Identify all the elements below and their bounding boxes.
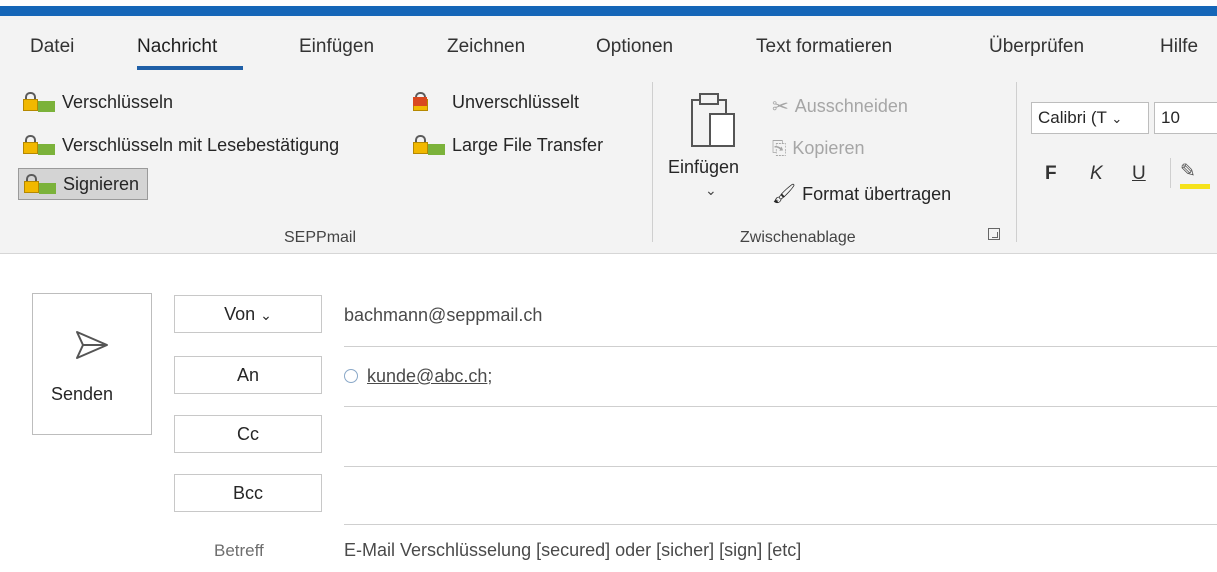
cut-label: Ausschneiden <box>794 96 908 116</box>
paste-icon[interactable] <box>688 90 738 150</box>
encrypt-receipt-button[interactable]: Verschlüsseln mit Lesebestätigung <box>22 134 339 156</box>
paintbrush-icon: 🖌 <box>772 184 797 205</box>
chevron-down-icon: ⌄ <box>260 307 272 323</box>
send-icon <box>76 331 108 359</box>
underline-button[interactable]: U <box>1132 163 1146 185</box>
from-divider <box>344 346 1217 347</box>
send-label: Senden <box>51 384 114 404</box>
chevron-down-icon[interactable]: ⌄ <box>705 182 717 199</box>
copy-button[interactable]: ⎘ Kopieren <box>772 138 864 159</box>
to-button[interactable]: An <box>174 356 322 394</box>
highlighter-icon[interactable]: ✎ <box>1180 160 1196 183</box>
font-family-value: Calibri (T <box>1038 108 1107 127</box>
encrypt-label: Verschlüsseln <box>62 91 174 112</box>
italic-button[interactable]: K <box>1090 163 1103 185</box>
from-button[interactable]: Von ⌄ <box>174 295 322 333</box>
tab-nachricht[interactable]: Nachricht <box>137 36 217 58</box>
format-painter-label: Format übertragen <box>802 183 952 204</box>
subject-input[interactable]: E-Mail Verschlüsselung [secured] oder [s… <box>344 540 801 561</box>
tab-einfuegen[interactable]: Einfügen <box>299 36 374 58</box>
lock-receipt-icon <box>22 134 56 156</box>
active-tab-indicator <box>137 66 243 70</box>
tab-datei[interactable]: Datei <box>30 36 74 58</box>
seppmail-group-label: SEPPmail <box>284 229 357 246</box>
chevron-down-icon: ⌄ <box>1111 111 1123 126</box>
tab-ueberpruefen[interactable]: Überprüfen <box>989 36 1084 58</box>
copy-label: Kopieren <box>792 138 865 158</box>
scissors-icon: ✂ <box>772 96 789 118</box>
cc-button[interactable]: Cc <box>174 415 322 453</box>
dialog-launcher-icon[interactable] <box>988 228 1000 240</box>
font-size-input[interactable]: 10 <box>1154 102 1217 134</box>
copy-icon: ⎘ <box>772 138 787 158</box>
unencrypted-button[interactable]: Unverschlüsselt <box>412 91 579 113</box>
cut-button[interactable]: ✂ Ausschneiden <box>772 94 908 119</box>
unlock-icon <box>412 91 446 113</box>
recipient-chip[interactable]: kunde@abc.ch <box>367 366 487 386</box>
title-bar-accent <box>0 6 1217 16</box>
format-painter-button[interactable]: 🖌 Format übertragen <box>772 182 951 206</box>
encrypt-receipt-label: Verschlüsseln mit Lesebestätigung <box>62 134 340 155</box>
from-value: bachmann@seppmail.ch <box>344 305 543 325</box>
paste-button[interactable]: Einfügen <box>668 157 739 178</box>
sign-label: Signieren <box>63 173 140 194</box>
clipboard-group-label: Zwischenablage <box>740 229 856 246</box>
from-button-label: Von <box>224 304 256 324</box>
ribbon-separator <box>652 82 653 242</box>
to-divider <box>344 406 1217 407</box>
large-file-transfer-button[interactable]: Large File Transfer <box>412 134 603 156</box>
highlight-color-swatch <box>1180 184 1210 189</box>
unencrypted-label: Unverschlüsselt <box>452 91 580 112</box>
cc-divider <box>344 466 1217 467</box>
ribbon-separator-2 <box>1016 82 1017 242</box>
bcc-button[interactable]: Bcc <box>174 474 322 512</box>
lock-sign-icon <box>23 173 57 195</box>
bcc-divider <box>344 524 1217 525</box>
recipient-separator: ; <box>487 366 493 386</box>
lock-icon <box>22 91 56 113</box>
subject-label: Betreff <box>214 541 264 560</box>
bold-button[interactable]: F <box>1045 163 1057 185</box>
tab-hilfe[interactable]: Hilfe <box>1160 36 1198 58</box>
title-bar <box>0 0 1217 16</box>
tab-zeichnen[interactable]: Zeichnen <box>447 36 525 58</box>
format-separator <box>1170 158 1171 188</box>
large-file-label: Large File Transfer <box>452 134 604 155</box>
tab-text-formatieren[interactable]: Text formatieren <box>756 36 892 58</box>
tab-optionen[interactable]: Optionen <box>596 36 673 58</box>
recipient-status-icon <box>344 369 358 383</box>
to-field[interactable]: kunde@abc.ch; <box>344 366 492 387</box>
encrypt-button[interactable]: Verschlüsseln <box>22 91 173 113</box>
font-family-select[interactable]: Calibri (T ⌄ <box>1031 102 1149 134</box>
send-button[interactable]: Senden <box>32 293 152 435</box>
sign-button[interactable]: Signieren <box>18 168 149 200</box>
font-size-value: 10 <box>1161 108 1180 127</box>
large-file-icon <box>412 134 446 156</box>
